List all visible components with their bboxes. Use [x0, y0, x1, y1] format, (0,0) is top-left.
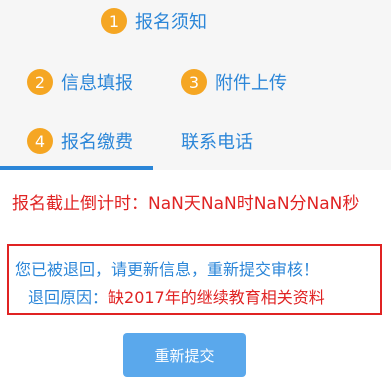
tab-label: 报名缴费 [61, 132, 133, 153]
step-number-badge: 1 [101, 8, 127, 34]
return-reason: 退回原因：缺2017年的继续教育相关资料 [28, 284, 325, 308]
return-notice-box: 您已被退回，请更新信息，重新提交审核！ 退回原因：缺2017年的继续教育相关资料 [7, 244, 382, 315]
tab-label: 报名须知 [135, 12, 207, 33]
tab-info-entry[interactable]: 2 信息填报 [27, 69, 133, 95]
tab-registration-payment[interactable]: 4 报名缴费 [27, 128, 133, 154]
tab-label: 联系电话 [181, 132, 253, 153]
return-message: 您已被退回，请更新信息，重新提交审核！ [15, 260, 320, 279]
step-tabs: 1 报名须知 2 信息填报 3 附件上传 4 报名缴费 联系电话 [0, 0, 391, 170]
tab-attachment-upload[interactable]: 3 附件上传 [181, 69, 287, 95]
tab-label: 附件上传 [215, 73, 287, 94]
resubmit-button[interactable]: 重新提交 [123, 333, 246, 377]
tab-label: 信息填报 [61, 73, 133, 94]
active-tab-indicator [0, 166, 153, 170]
step-number-badge: 3 [181, 69, 207, 95]
tab-registration-notice[interactable]: 1 报名须知 [101, 8, 207, 34]
tab-contact-phone[interactable]: 联系电话 [181, 128, 253, 154]
return-reason-label: 退回原因： [28, 288, 109, 307]
return-reason-value: 缺2017年的继续教育相关资料 [108, 288, 325, 307]
step-number-badge: 4 [27, 128, 53, 154]
step-number-badge: 2 [27, 69, 53, 95]
deadline-countdown: 报名截止倒计时：NaN天NaN时NaN分NaN秒 [12, 194, 360, 214]
